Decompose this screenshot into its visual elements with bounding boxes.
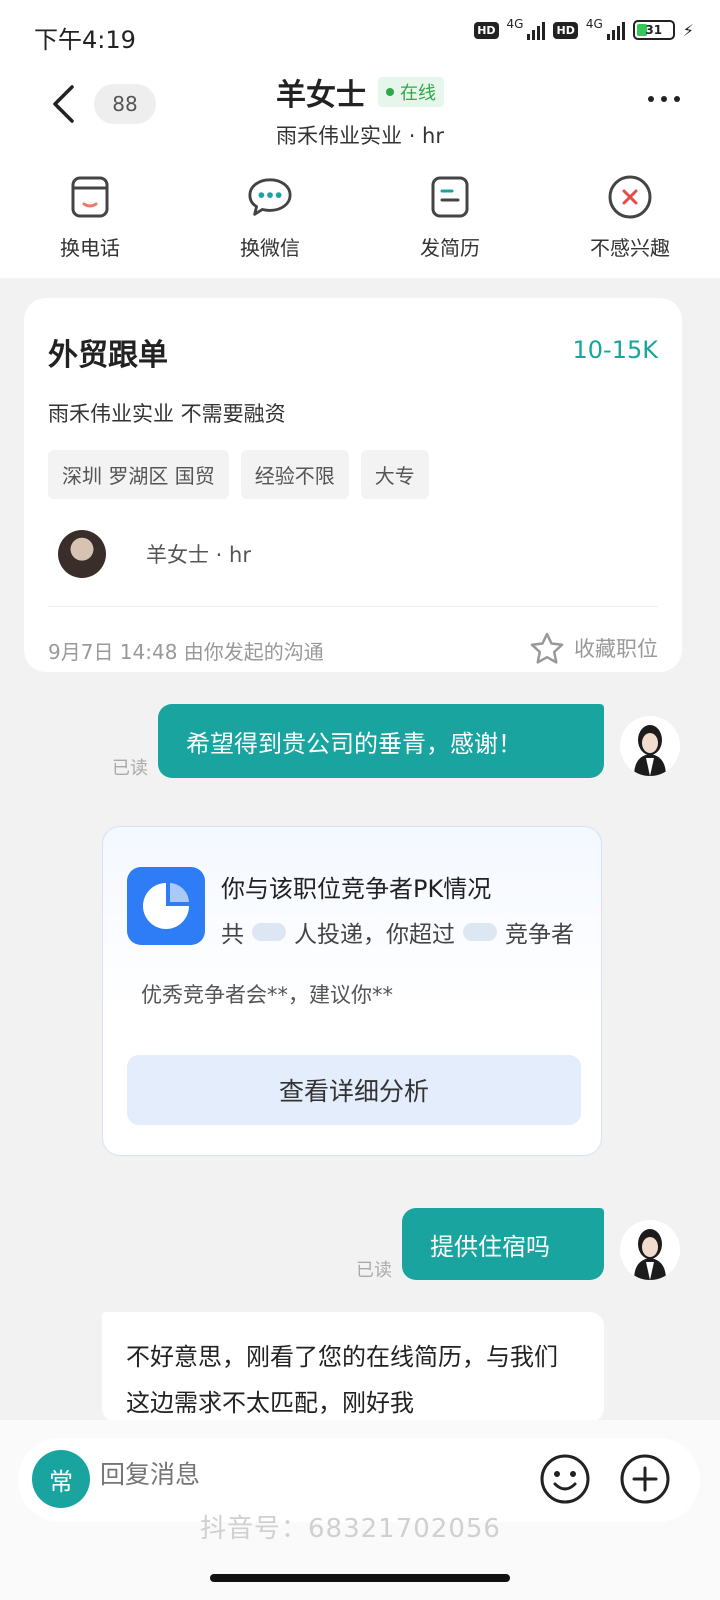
message-bubble-sent[interactable]: 提供住宿吗 xyxy=(402,1208,604,1280)
not-interested-button[interactable]: 不感兴趣 xyxy=(540,160,720,278)
send-resume-button[interactable]: 发简历 xyxy=(360,160,540,278)
network-label: 4G xyxy=(506,17,524,31)
pk-summary: 共 人投递，你超过 竞争者 xyxy=(221,915,574,949)
recruiter-avatar xyxy=(58,530,106,578)
conversation-start-time: 9月7日 14:48 由你发起的沟通 xyxy=(48,640,324,664)
divider xyxy=(48,606,658,607)
avatar-image xyxy=(620,716,680,776)
recruiter-row[interactable]: 羊女士 · hr xyxy=(58,530,251,578)
close-circle-icon xyxy=(607,174,653,220)
pk-description: 优秀竞争者会**，建议你** xyxy=(141,983,393,1007)
blurred-value xyxy=(463,923,497,941)
chat-header: 88 羊女士 在线 雨禾伟业实业 · hr xyxy=(0,60,720,160)
message-bubble-received[interactable]: 不好意思，刚看了您的在线简历，与我们这边需求不太匹配，刚好我 xyxy=(102,1312,604,1422)
read-status: 已读 xyxy=(356,1260,392,1281)
exchange-wechat-button[interactable]: 换微信 xyxy=(180,160,360,278)
avatar-image xyxy=(620,1220,680,1280)
job-salary: 10-15K xyxy=(572,336,658,364)
job-tag-experience: 经验不限 xyxy=(240,450,349,499)
job-tags: 深圳 罗湖区 国贸 经验不限 大专 xyxy=(48,450,429,499)
input-bar: 常 抖音号：68321702056 xyxy=(0,1420,720,1600)
online-dot-icon xyxy=(386,88,394,96)
online-status-label: 在线 xyxy=(400,83,436,104)
contact-name: 羊女士 xyxy=(276,78,366,113)
action-label: 换微信 xyxy=(240,236,300,260)
pk-prefix: 共 xyxy=(221,922,244,948)
battery-icon: 31 xyxy=(632,20,675,40)
job-title: 外贸跟单 xyxy=(48,338,168,373)
more-dot-icon xyxy=(674,96,680,102)
network-label-2: 4G xyxy=(585,17,603,31)
job-company: 雨禾伟业实业 不需要融资 xyxy=(48,402,286,426)
message-bubble-sent[interactable]: 希望得到贵公司的垂青，感谢！ xyxy=(158,704,604,778)
resume-icon xyxy=(427,174,473,220)
message-input[interactable] xyxy=(100,1460,500,1489)
pk-mid: 人投递，你超过 xyxy=(294,922,455,948)
blurred-value xyxy=(252,923,286,941)
status-time: 下午4:19 xyxy=(34,26,136,54)
action-label: 发简历 xyxy=(420,236,480,260)
exchange-phone-button[interactable]: 换电话 xyxy=(0,160,180,278)
signal-icon xyxy=(527,20,546,40)
job-card[interactable]: 外贸跟单 10-15K 雨禾伟业实业 不需要融资 深圳 罗湖区 国贸 经验不限 … xyxy=(24,298,682,672)
phone-icon xyxy=(67,174,113,220)
quick-actions: 换电话 换微信 发简历 不感兴趣 xyxy=(0,160,720,278)
home-indicator[interactable] xyxy=(210,1574,510,1582)
smile-icon[interactable] xyxy=(538,1452,592,1506)
recruiter-name: 羊女士 · hr xyxy=(146,543,251,567)
action-label: 换电话 xyxy=(60,236,120,260)
wechat-icon xyxy=(247,174,293,220)
job-tag-location: 深圳 罗湖区 国贸 xyxy=(48,450,229,499)
favorite-label: 收藏职位 xyxy=(574,637,658,661)
favorite-job-button[interactable]: 收藏职位 xyxy=(530,632,658,664)
charging-icon: ⚡ xyxy=(682,20,694,40)
view-analysis-button[interactable]: 查看详细分析 xyxy=(127,1055,581,1125)
hd-badge-2: HD xyxy=(553,21,578,39)
plus-circle-icon[interactable] xyxy=(618,1452,672,1506)
pk-title: 你与该职位竞争者PK情况 xyxy=(221,875,492,903)
chat-title: 羊女士 在线 雨禾伟业实业 · hr xyxy=(0,70,720,150)
common-phrases-button[interactable]: 常 xyxy=(32,1450,90,1508)
user-avatar[interactable] xyxy=(620,716,680,776)
more-options-button[interactable] xyxy=(648,96,680,102)
status-bar: 下午4:19 HD 4G HD 4G 31 ⚡ xyxy=(0,0,720,60)
pk-suffix: 竞争者 xyxy=(505,922,574,948)
battery-level: 31 xyxy=(645,23,663,37)
action-label: 不感兴趣 xyxy=(590,236,670,260)
contact-subtitle: 雨禾伟业实业 · hr xyxy=(276,124,444,148)
hd-badge: HD xyxy=(474,21,499,39)
more-dot-icon xyxy=(661,96,667,102)
signal-icon-2 xyxy=(606,20,625,40)
watermark: 抖音号：68321702056 xyxy=(200,1514,501,1544)
pie-chart-icon xyxy=(127,867,205,945)
online-status-badge: 在线 xyxy=(378,77,444,107)
star-icon xyxy=(530,632,564,664)
more-dot-icon xyxy=(648,96,654,102)
competitor-pk-card[interactable]: 你与该职位竞争者PK情况 共 人投递，你超过 竞争者 优秀竞争者会**，建议你*… xyxy=(102,826,602,1156)
read-status: 已读 xyxy=(112,758,148,779)
status-indicators: HD 4G HD 4G 31 ⚡ xyxy=(474,17,694,40)
job-tag-education: 大专 xyxy=(360,450,429,499)
user-avatar[interactable] xyxy=(620,1220,680,1280)
